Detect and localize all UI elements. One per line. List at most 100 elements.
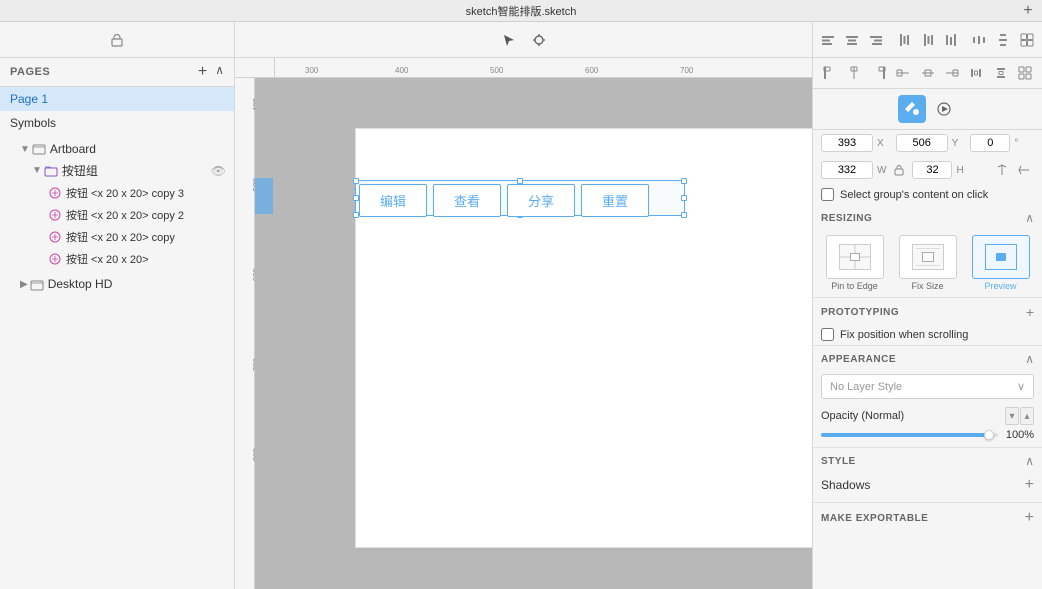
- align-bottom-btn[interactable]: [940, 26, 962, 54]
- pages-header-actions: + ∧: [198, 64, 224, 80]
- distribute-v-btn[interactable]: [992, 26, 1014, 54]
- align-mr-btn[interactable]: [941, 62, 963, 84]
- edit-btn[interactable]: 编辑: [359, 184, 427, 217]
- resizing-collapse-btn[interactable]: ∧: [1025, 211, 1034, 225]
- more-options-btn[interactable]: [1016, 26, 1038, 54]
- window-title: sketch智能排版.sketch: [466, 3, 577, 19]
- flip-h-btn[interactable]: [992, 160, 1012, 180]
- y-input[interactable]: [896, 134, 948, 152]
- align-right-btn[interactable]: [865, 26, 887, 54]
- layer-btn-copy2[interactable]: 按钮 <x 20 x 20> copy 2: [0, 204, 234, 226]
- align-mc-btn[interactable]: [917, 62, 939, 84]
- add-shadow-btn[interactable]: +: [1025, 476, 1034, 494]
- style-collapse-btn[interactable]: ∧: [1025, 454, 1034, 468]
- fix-position-row: Fix position when scrolling: [813, 324, 1042, 345]
- reset-btn[interactable]: 重置: [581, 184, 649, 217]
- align-top-btn[interactable]: [893, 26, 915, 54]
- select-tool-btn[interactable]: [495, 26, 523, 54]
- pages-header: PAGES + ∧: [0, 58, 234, 87]
- visibility-toggle-btn[interactable]: 👁: [211, 164, 226, 178]
- layer-btn-copy-label: 按钮 <x 20 x 20> copy: [66, 229, 175, 245]
- layer-btn-copy3-label: 按钮 <x 20 x 20> copy 3: [66, 185, 184, 201]
- align-tc-btn[interactable]: [843, 62, 865, 84]
- canvas-viewport[interactable]: 编辑 查看 分享 重置: [255, 78, 812, 589]
- opacity-up-btn[interactable]: ▴: [1020, 407, 1034, 425]
- desktop-chevron: ▶: [20, 279, 28, 290]
- prototype-tab[interactable]: [930, 95, 958, 123]
- layer-style-value: No Layer Style: [830, 381, 902, 393]
- layer-btn-copy3[interactable]: 按钮 <x 20 x 20> copy 3: [0, 182, 234, 204]
- export-section: MAKE EXPORTABLE +: [813, 502, 1042, 533]
- shadows-label: Shadows: [821, 478, 870, 492]
- page-item-page1[interactable]: Page 1: [0, 87, 234, 111]
- size-extra-btns: [992, 160, 1034, 180]
- symbol-icon-btn: [48, 252, 62, 266]
- ruler-mark-400: 400: [395, 66, 408, 75]
- select-group-checkbox[interactable]: [821, 188, 834, 201]
- export-header: MAKE EXPORTABLE +: [813, 503, 1042, 533]
- fix-size-option[interactable]: Fix Size: [894, 235, 961, 291]
- resizing-section: RESIZING ∧ Pin to Edge: [813, 205, 1042, 297]
- add-prototype-btn[interactable]: +: [1026, 304, 1034, 320]
- resizing-title: RESIZING: [821, 213, 872, 224]
- fix-position-checkbox[interactable]: [821, 328, 834, 341]
- w-input[interactable]: [821, 161, 873, 179]
- align-tr-btn[interactable]: [868, 62, 890, 84]
- layer-btn-copy[interactable]: 按钮 <x 20 x 20> copy: [0, 226, 234, 248]
- layer-btn[interactable]: 按钮 <x 20 x 20>: [0, 248, 234, 270]
- h-ruler: 300 400 500 600 700: [235, 58, 812, 78]
- opacity-label: Opacity (Normal): [821, 410, 999, 422]
- lock-ratio-btn[interactable]: [892, 163, 906, 177]
- align-tl-btn[interactable]: [819, 62, 841, 84]
- view-btn[interactable]: 查看: [433, 184, 501, 217]
- add-export-btn[interactable]: +: [1025, 509, 1034, 527]
- new-window-btn[interactable]: +: [1014, 0, 1042, 22]
- distribute-h-btn[interactable]: [968, 26, 990, 54]
- h-input[interactable]: [912, 161, 952, 179]
- lock-icon[interactable]: [103, 26, 131, 54]
- align-ml-btn[interactable]: [892, 62, 914, 84]
- layer-desktop-hd[interactable]: ▶ Desktop HD: [0, 274, 234, 295]
- align-middle-btn[interactable]: [917, 26, 939, 54]
- flip-v-btn[interactable]: [1014, 160, 1034, 180]
- app-container: sketch智能排版.sketch +: [0, 0, 1042, 589]
- more-align-btn[interactable]: [1014, 62, 1036, 84]
- ruler-mark-300: 300: [305, 66, 318, 75]
- add-page-btn[interactable]: +: [198, 64, 207, 80]
- fill-tab[interactable]: [898, 95, 926, 123]
- opacity-thumb[interactable]: [984, 430, 994, 440]
- dist-v-btn[interactable]: [990, 62, 1012, 84]
- layer-btn-group[interactable]: ▼ 按钮组 👁: [0, 159, 234, 182]
- sel-handle-mr[interactable]: [681, 195, 687, 201]
- opacity-row: Opacity (Normal) ▾ ▴: [813, 403, 1042, 429]
- opacity-slider-container: 100%: [813, 429, 1042, 447]
- collapse-pages-btn[interactable]: ∧: [215, 64, 224, 80]
- pages-label: PAGES: [10, 66, 50, 78]
- pan-tool-btn[interactable]: [525, 26, 553, 54]
- x-label: X: [877, 138, 884, 149]
- page1-label: Page 1: [10, 92, 48, 106]
- page-item-symbols[interactable]: Symbols: [0, 111, 234, 135]
- desktop-folder-icon: [30, 277, 44, 292]
- preview-box: [972, 235, 1030, 279]
- artboard-folder-icon: [32, 142, 46, 156]
- align-left-btn[interactable]: [817, 26, 839, 54]
- appearance-header: APPEARANCE ∧: [813, 346, 1042, 370]
- appearance-collapse-btn[interactable]: ∧: [1025, 352, 1034, 366]
- sel-handle-br[interactable]: [681, 212, 687, 218]
- dist-h-btn[interactable]: [965, 62, 987, 84]
- r-input[interactable]: [970, 134, 1010, 152]
- share-btn[interactable]: 分享: [507, 184, 575, 217]
- preview-option[interactable]: Preview: [967, 235, 1034, 291]
- layer-artboard[interactable]: ▼ Artboard: [0, 139, 234, 159]
- r-label: °: [1014, 138, 1018, 149]
- layer-style-select[interactable]: No Layer Style ∨: [821, 374, 1034, 399]
- pin-to-edge-option[interactable]: Pin to Edge: [821, 235, 888, 291]
- align-center-btn[interactable]: [841, 26, 863, 54]
- x-input[interactable]: [821, 134, 873, 152]
- style-tabs: [813, 89, 1042, 130]
- artboard-label: Artboard: [50, 142, 96, 156]
- sel-handle-tr[interactable]: [681, 178, 687, 184]
- selection-left-bar: [255, 178, 273, 214]
- opacity-down-btn[interactable]: ▾: [1005, 407, 1019, 425]
